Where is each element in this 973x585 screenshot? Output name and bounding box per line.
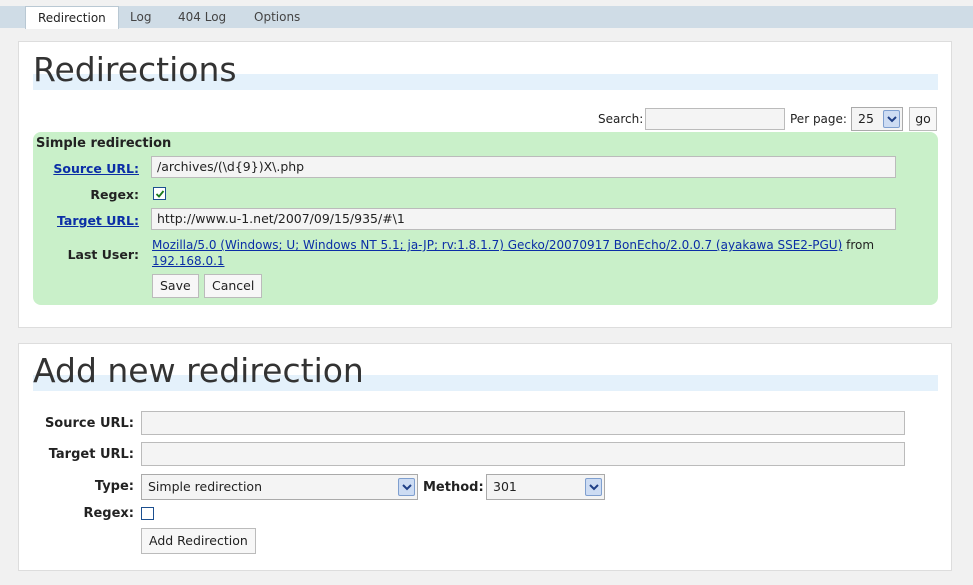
chevron-down-icon	[883, 110, 900, 128]
chevron-down-icon	[398, 478, 415, 496]
last-user-info: Mozilla/5.0 (Windows; U; Windows NT 5.1;…	[152, 237, 892, 269]
per-page-value: 25	[858, 111, 874, 126]
source-url-input[interactable]: /archives/(\d{9})X\.php	[151, 156, 896, 178]
search-input[interactable]	[645, 108, 785, 130]
target-url-label: Target URL:	[33, 213, 139, 228]
tab-options[interactable]: Options	[242, 6, 312, 28]
method-label: Method:	[423, 480, 484, 495]
chevron-down-icon	[585, 478, 602, 496]
last-user-label: Last User:	[67, 247, 139, 262]
method-select[interactable]: 301	[486, 474, 605, 500]
redirections-panel: Redirections Search: Per page: 25 go Sim…	[18, 41, 952, 328]
add-target-url-label: Target URL:	[48, 447, 134, 462]
last-user-ip-link[interactable]: 192.168.0.1	[152, 254, 225, 268]
tab-redirection[interactable]: Redirection	[25, 6, 119, 29]
method-value: 301	[493, 479, 517, 494]
redirection-type-heading: Simple redirection	[36, 136, 172, 151]
add-source-url-label: Source URL:	[44, 416, 134, 431]
source-url-link[interactable]: Source URL:	[53, 161, 139, 176]
add-redirection-title: Add new redirection	[33, 351, 364, 390]
page-title: Redirections	[33, 50, 237, 89]
add-target-url-input[interactable]	[141, 442, 905, 466]
type-select[interactable]: Simple redirection	[141, 474, 418, 500]
go-button[interactable]: go	[909, 107, 937, 131]
redirection-item: Simple redirection Source URL: /archives…	[33, 132, 938, 305]
search-label: Search:	[598, 112, 644, 126]
add-regex-checkbox[interactable]	[141, 507, 154, 520]
per-page-label: Per page:	[790, 112, 847, 126]
source-url-label: Source URL:	[33, 161, 139, 176]
add-source-url-input[interactable]	[141, 411, 905, 435]
regex-label: Regex:	[90, 187, 139, 202]
last-user-from: from	[846, 238, 875, 252]
per-page-select[interactable]: 25	[851, 107, 903, 131]
cancel-button[interactable]: Cancel	[204, 274, 263, 298]
add-redirection-button[interactable]: Add Redirection	[141, 528, 256, 554]
target-url-link[interactable]: Target URL:	[57, 213, 139, 228]
add-regex-label: Regex:	[83, 506, 134, 521]
type-value: Simple redirection	[148, 479, 262, 494]
checkmark-icon	[155, 190, 165, 198]
tab-log[interactable]: Log	[118, 6, 163, 28]
save-button[interactable]: Save	[152, 274, 199, 298]
regex-checkbox[interactable]	[153, 187, 166, 200]
last-user-agent-link[interactable]: Mozilla/5.0 (Windows; U; Windows NT 5.1;…	[152, 238, 842, 252]
target-url-input[interactable]: http://www.u-1.net/2007/09/15/935/#\1	[151, 208, 896, 230]
tab-bar: Redirection Log 404 Log Options	[0, 6, 973, 29]
add-redirection-panel: Add new redirection Source URL: Target U…	[18, 343, 952, 571]
type-label: Type:	[94, 479, 134, 494]
tab-404-log[interactable]: 404 Log	[166, 6, 238, 28]
